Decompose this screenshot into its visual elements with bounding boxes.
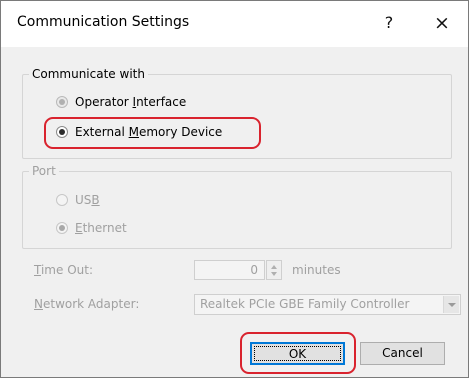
timeout-label: Time Out: — [34, 263, 93, 277]
help-button[interactable]: ? — [373, 9, 405, 37]
spin-up-icon — [271, 265, 277, 269]
ethernet-radio[interactable]: Ethernet — [56, 219, 127, 237]
communication-settings-dialog: Communication Settings ? × Communicate w… — [0, 0, 469, 378]
chevron-down-icon — [443, 296, 459, 313]
network-adapter-label: Network Adapter: — [34, 297, 140, 311]
highlight-annotation — [44, 117, 261, 149]
ethernet-label: Ethernet — [75, 221, 127, 235]
radio-circle — [56, 96, 68, 108]
operator-interface-label: Operator Interface — [75, 95, 187, 109]
network-adapter-value: Realtek PCIe GBE Family Controller — [200, 297, 410, 311]
usb-radio[interactable]: USB — [56, 191, 100, 209]
timeout-unit: minutes — [292, 263, 341, 277]
dialog-title: Communication Settings — [17, 14, 190, 30]
highlight-annotation — [240, 332, 356, 374]
cancel-button[interactable]: Cancel — [360, 342, 445, 365]
title-bar: Communication Settings ? × — [1, 1, 468, 47]
radio-circle — [56, 194, 68, 206]
communicate-with-legend: Communicate with — [32, 67, 145, 81]
operator-interface-radio[interactable]: Operator Interface — [56, 93, 186, 111]
timeout-spinner[interactable] — [266, 260, 282, 280]
close-button[interactable]: × — [426, 9, 458, 37]
timeout-input[interactable]: 0 — [194, 260, 265, 280]
port-legend: Port — [32, 164, 56, 178]
network-adapter-select[interactable]: Realtek PCIe GBE Family Controller — [194, 294, 461, 315]
spin-down-icon — [271, 272, 277, 276]
usb-label: USB — [75, 193, 100, 207]
radio-circle — [56, 222, 68, 234]
